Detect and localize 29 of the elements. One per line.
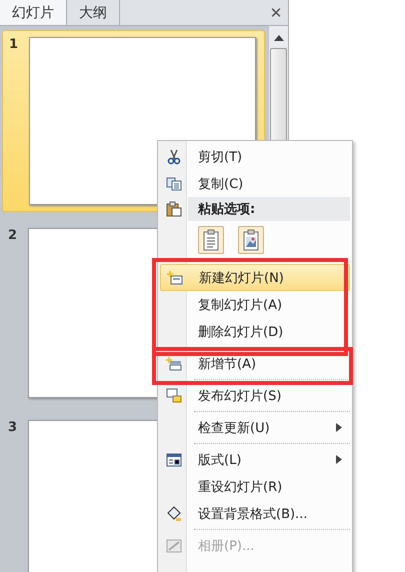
new-slide-icon — [167, 270, 183, 284]
paint-bucket-icon — [166, 506, 182, 522]
new-section-icon — [166, 356, 182, 370]
submenu-arrow-icon — [336, 455, 342, 464]
submenu-arrow-icon — [336, 423, 342, 432]
panel-tab[interactable]: 幻灯片 — [0, 0, 67, 25]
menu-item[interactable]: 重设幻灯片(R) — [160, 473, 350, 500]
copy-icon — [166, 176, 182, 190]
publish-icon — [166, 388, 182, 404]
menu-item[interactable]: 版式(L) — [160, 446, 350, 473]
paste-picture-icon — [242, 229, 260, 251]
scroll-up-icon[interactable] — [272, 34, 284, 42]
slide-number: 2 — [8, 228, 18, 244]
menu-item[interactable]: 设置背景格式(B)... — [160, 500, 350, 527]
paste-option-button[interactable] — [198, 226, 224, 254]
layout-icon — [166, 452, 182, 466]
menu-item[interactable]: 新建幻灯片(N) — [160, 264, 350, 291]
scissors-icon — [167, 148, 181, 164]
menu-item[interactable]: 检查更新(U) — [160, 414, 350, 441]
menu-item[interactable]: 删除幻灯片(D) — [160, 318, 350, 345]
clipboard-icon — [166, 201, 182, 217]
slide-number: 3 — [8, 420, 18, 436]
close-button[interactable]: ✕ — [264, 0, 288, 25]
album-icon — [166, 538, 182, 552]
menu-item[interactable]: 发布幻灯片(S) — [160, 382, 350, 409]
menu-item[interactable]: 复制幻灯片(A) — [160, 291, 350, 318]
paste-document-icon — [202, 229, 220, 251]
slide-number: 1 — [9, 37, 20, 53]
paste-option-button[interactable] — [238, 226, 264, 254]
